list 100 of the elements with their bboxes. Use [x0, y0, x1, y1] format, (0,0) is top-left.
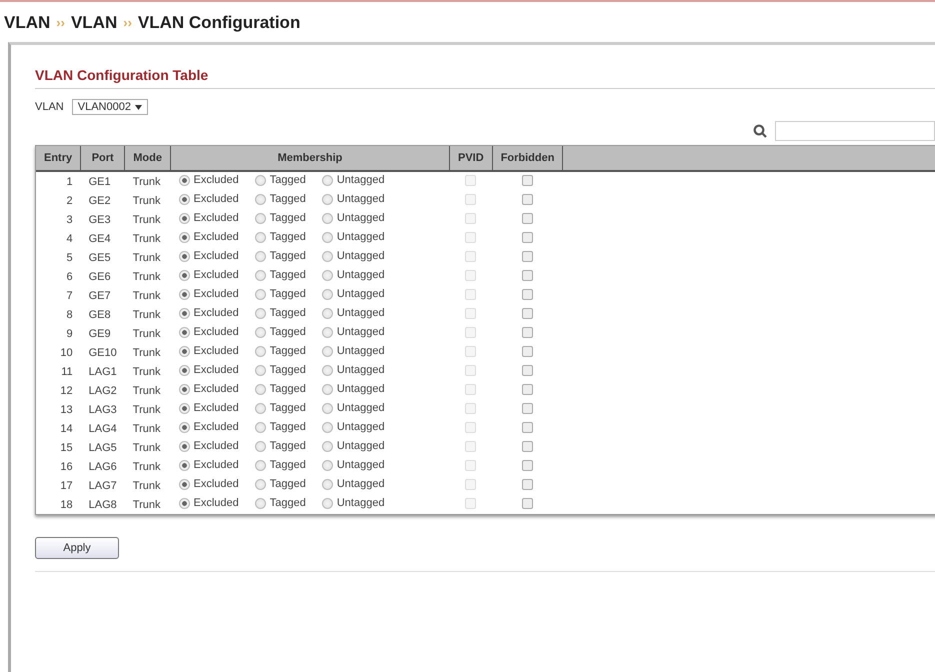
membership-radio[interactable]: Tagged	[254, 478, 306, 490]
membership-radio[interactable]: Excluded	[178, 345, 239, 358]
apply-button[interactable]: Apply	[35, 537, 119, 559]
membership-radio[interactable]: Tagged	[254, 307, 306, 320]
membership-radio[interactable]: Tagged	[254, 288, 306, 300]
forbidden-checkbox[interactable]	[522, 422, 534, 432]
membership-radio[interactable]: Excluded	[178, 402, 239, 414]
membership-radio[interactable]: Tagged	[254, 174, 306, 186]
membership-radio[interactable]: Excluded	[178, 326, 239, 338]
membership-radio[interactable]: Tagged	[254, 497, 306, 510]
membership-radio[interactable]: Untagged	[322, 459, 385, 472]
table-cell-text: Trunk	[132, 232, 162, 246]
table-cell-text: 18	[59, 498, 74, 512]
table-cell-text: 13	[59, 402, 74, 418]
membership-radio[interactable]: Excluded	[178, 250, 239, 262]
membership-radio[interactable]: Untagged	[322, 250, 385, 262]
vlan-select[interactable]: VLAN0002	[72, 99, 148, 115]
membership-radio[interactable]: Untagged	[322, 212, 385, 224]
membership-radio[interactable]: Untagged	[322, 497, 385, 510]
membership-radio[interactable]: Untagged	[322, 421, 385, 434]
membership-radio[interactable]: Excluded	[178, 269, 239, 282]
membership-radio[interactable]: Untagged	[322, 478, 385, 490]
table-cell-text: 15	[59, 440, 74, 456]
membership-radio[interactable]: Tagged	[254, 250, 306, 262]
column-header: Entry	[36, 146, 81, 171]
forbidden-checkbox[interactable]	[522, 460, 534, 470]
membership-radio[interactable]: Excluded	[178, 421, 239, 434]
membership-radio[interactable]: Excluded	[178, 307, 239, 320]
membership-radio[interactable]: Tagged	[254, 269, 306, 282]
forbidden-checkbox[interactable]	[522, 364, 534, 376]
table-cell-text: GE7	[88, 288, 112, 304]
forbidden-checkbox[interactable]	[522, 288, 534, 300]
membership-radio[interactable]: Tagged	[254, 421, 306, 434]
forbidden-checkbox[interactable]	[522, 270, 534, 280]
table-cell-text: LAG8	[88, 498, 118, 512]
membership-radio[interactable]: Excluded	[178, 193, 239, 206]
table-cell-text: GE8	[88, 308, 112, 322]
forbidden-checkbox[interactable]	[522, 498, 534, 508]
membership-radio[interactable]: Untagged	[322, 440, 385, 452]
table-cell-text: Trunk	[132, 422, 162, 436]
membership-radio[interactable]: Excluded	[178, 383, 239, 396]
membership-radio[interactable]: Untagged	[322, 345, 385, 358]
membership-radio[interactable]: Untagged	[322, 288, 385, 300]
table-cell-text: 12	[59, 384, 74, 398]
table-cell-text: Trunk	[132, 498, 162, 512]
membership-radio[interactable]: Excluded	[178, 364, 239, 376]
membership-radio[interactable]: Untagged	[322, 231, 385, 244]
section-title: VLAN Configuration Table	[35, 67, 935, 89]
table-cell-text: Trunk	[132, 308, 162, 322]
membership-radio[interactable]: Excluded	[178, 212, 239, 224]
column-header: Forbidden	[492, 146, 563, 171]
membership-radio[interactable]: Excluded	[178, 231, 239, 244]
membership-radio[interactable]: Tagged	[254, 383, 306, 396]
membership-radio[interactable]: Excluded	[178, 174, 239, 186]
membership-radio[interactable]: Excluded	[178, 459, 239, 472]
membership-radio[interactable]: Tagged	[254, 326, 306, 338]
membership-radio[interactable]: Excluded	[178, 440, 239, 452]
forbidden-checkbox[interactable]	[522, 384, 534, 394]
search-icon[interactable]	[753, 124, 767, 138]
forbidden-checkbox[interactable]	[522, 308, 534, 318]
table-cell-text: GE2	[88, 194, 112, 208]
forbidden-checkbox[interactable]	[522, 440, 534, 452]
membership-radio[interactable]: Tagged	[254, 345, 306, 358]
membership-radio[interactable]: Tagged	[254, 402, 306, 414]
membership-radio[interactable]: Untagged	[322, 326, 385, 338]
forbidden-checkbox[interactable]	[522, 402, 534, 414]
table-cell-text: Trunk	[132, 402, 162, 418]
table-cell-text: Trunk	[132, 346, 162, 360]
table-cell-text: Trunk	[132, 384, 162, 398]
membership-radio[interactable]: Untagged	[322, 383, 385, 396]
membership-radio[interactable]: Tagged	[254, 364, 306, 376]
forbidden-checkbox[interactable]	[522, 250, 534, 262]
forbidden-checkbox[interactable]	[522, 232, 534, 242]
membership-radio[interactable]: Tagged	[254, 459, 306, 472]
membership-radio[interactable]: Untagged	[322, 307, 385, 320]
membership-radio[interactable]: Untagged	[322, 269, 385, 282]
forbidden-checkbox[interactable]	[522, 174, 534, 186]
membership-radio[interactable]: Untagged	[322, 193, 385, 206]
membership-radio[interactable]: Excluded	[178, 478, 239, 490]
forbidden-checkbox[interactable]	[522, 478, 534, 490]
table-cell-text: 7	[66, 288, 74, 304]
breadcrumb-item: VLAN Configuration	[138, 12, 300, 32]
membership-radio[interactable]: Untagged	[322, 174, 385, 186]
membership-radio[interactable]: Tagged	[254, 231, 306, 244]
forbidden-checkbox[interactable]	[522, 326, 534, 338]
forbidden-checkbox[interactable]	[522, 194, 534, 204]
column-header: Port	[80, 146, 125, 171]
membership-radio[interactable]: Tagged	[254, 440, 306, 452]
membership-radio[interactable]: Excluded	[178, 288, 239, 300]
membership-radio[interactable]: Untagged	[322, 402, 385, 414]
membership-radio[interactable]: Untagged	[322, 364, 385, 376]
table-cell-text: Trunk	[132, 212, 162, 228]
membership-radio[interactable]: Tagged	[254, 193, 306, 206]
membership-radio[interactable]: Tagged	[254, 212, 306, 224]
table-cell-text: LAG5	[88, 440, 118, 456]
forbidden-checkbox[interactable]	[522, 212, 534, 224]
search-field[interactable]	[775, 121, 935, 141]
table-cell: Trunk	[124, 171, 170, 191]
forbidden-checkbox[interactable]	[522, 346, 534, 356]
membership-radio[interactable]: Excluded	[178, 497, 239, 510]
